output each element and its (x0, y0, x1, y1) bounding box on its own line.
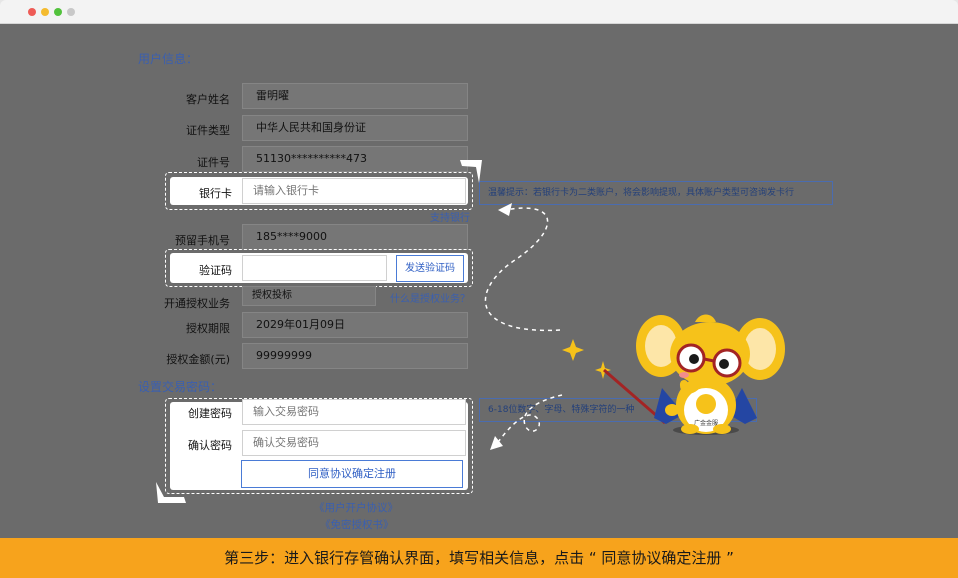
decoration-overlay: 广金金服 (156, 160, 785, 503)
step-instruction-banner: 第三步：进入银行存管确认界面，填写相关信息，点击 “ 同意协议确定注册 ” (0, 538, 958, 578)
curved-arrow-icon (484, 207, 561, 332)
corner-bracket-icon (460, 160, 482, 183)
curved-arrow-icon (495, 394, 563, 446)
arrowhead-icon (498, 203, 512, 216)
elephant-mascot-icon: 广金金服 (603, 314, 785, 435)
arrowhead-icon (490, 436, 503, 450)
mascot-badge-text: 广金金服 (694, 419, 718, 427)
sparkle-icon (562, 339, 584, 361)
sparkle-icon (595, 361, 611, 379)
corner-bracket-icon (156, 482, 186, 503)
